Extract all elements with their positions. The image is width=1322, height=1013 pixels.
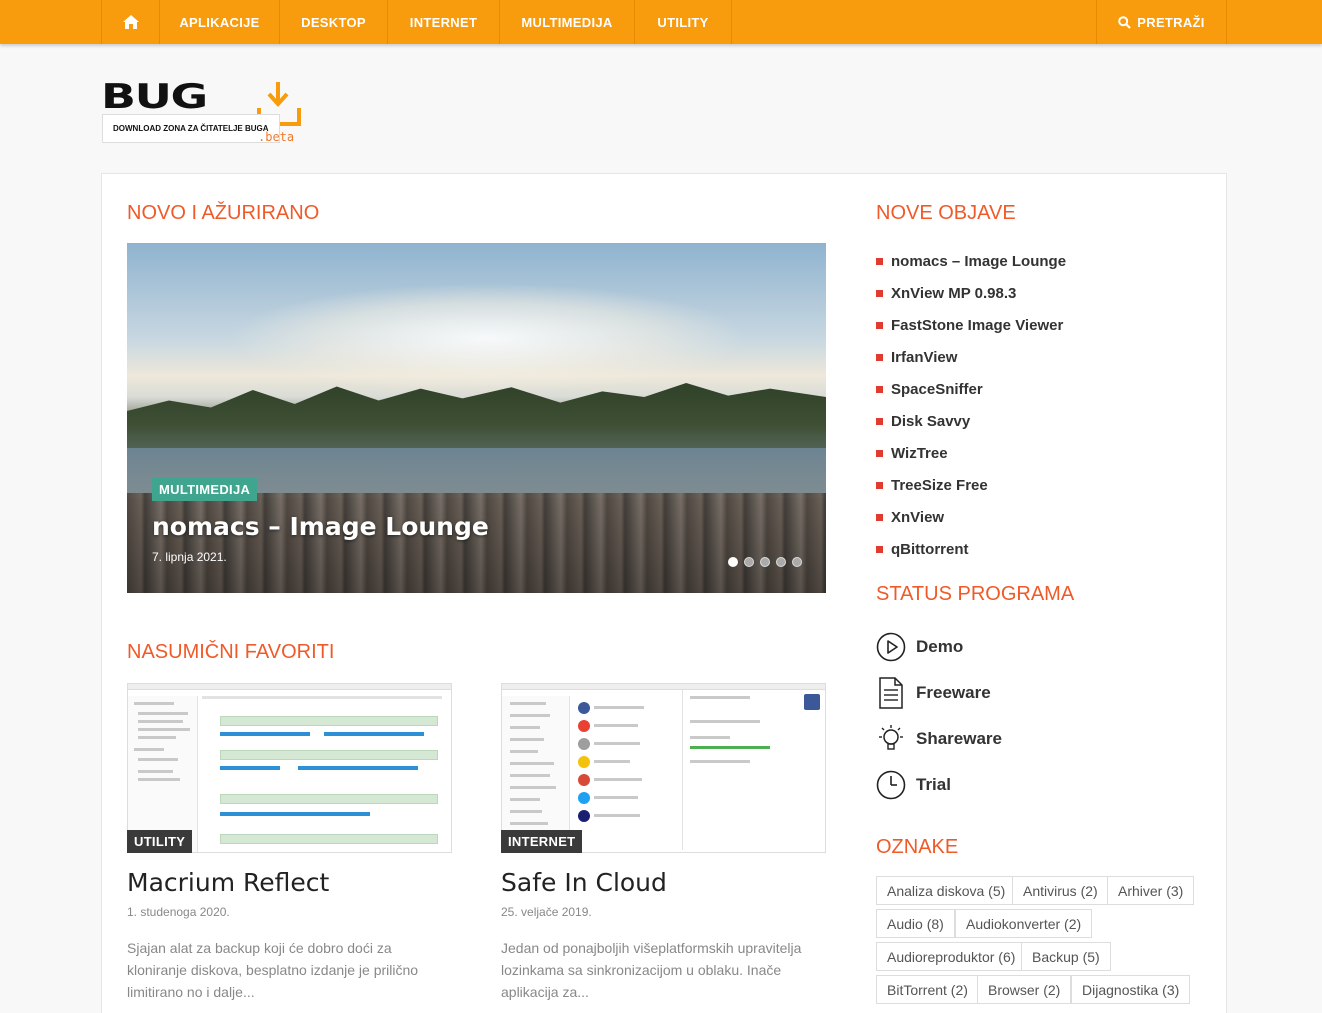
bullet-icon (876, 385, 883, 393)
recent-post-link[interactable]: WizTree (876, 437, 1066, 469)
document-icon (879, 677, 903, 709)
section-title-status: STATUS PROGRAMA (876, 583, 1075, 605)
recent-post-link[interactable]: XnView MP 0.98.3 (876, 277, 1066, 309)
slider-dot[interactable] (776, 557, 786, 567)
status-label: Demo (916, 637, 964, 656)
section-title-tags: OZNAKE (876, 836, 959, 858)
tag-link[interactable]: Arhiver (3) (1107, 876, 1195, 905)
favorite-date: 25. veljače 2019. (501, 905, 592, 919)
slide-title[interactable]: nomacs – Image Lounge (152, 512, 489, 541)
recent-post-link[interactable]: SpaceSniffer (876, 373, 1066, 405)
bullet-icon (876, 321, 883, 329)
mock-menubar (128, 684, 451, 690)
status-demo[interactable]: Demo (876, 631, 1076, 663)
bullet-icon (876, 481, 883, 489)
status-label: Shareware (916, 729, 1002, 748)
slider-dot[interactable] (760, 557, 770, 567)
recent-post-link[interactable]: qBittorrent (876, 533, 1066, 565)
recent-post-link[interactable]: XnView (876, 501, 1066, 533)
favorite-category-badge[interactable]: INTERNET (501, 830, 583, 853)
site-logo[interactable]: BUG DOWNLOAD ZONA ZA ČITATELJE BUGA .bet… (101, 78, 306, 150)
top-navigation: APLIKACIJE DESKTOP INTERNET MULTIMEDIJA … (0, 0, 1322, 44)
recent-posts-list: nomacs – Image Lounge XnView MP 0.98.3 F… (876, 245, 1066, 565)
slider-dot[interactable] (792, 557, 802, 567)
play-circle-icon (876, 632, 906, 662)
favorite-thumbnail-macrium[interactable] (127, 683, 452, 853)
slider-dot[interactable] (744, 557, 754, 567)
mock-menubar (502, 684, 825, 690)
recent-post-label: qBittorrent (891, 540, 969, 558)
status-freeware[interactable]: Freeware (876, 677, 1076, 709)
status-label: Freeware (916, 683, 991, 702)
bullet-icon (876, 289, 883, 297)
bullet-icon (876, 545, 883, 553)
recent-post-label: nomacs – Image Lounge (891, 252, 1067, 270)
recent-post-link[interactable]: FastStone Image Viewer (876, 309, 1066, 341)
tag-link[interactable]: Antivirus (2) (1012, 876, 1109, 905)
home-icon (122, 15, 139, 29)
recent-post-label: IrfanView (891, 348, 958, 366)
favorite-category-badge[interactable]: UTILITY (127, 830, 193, 853)
status-shareware[interactable]: Shareware (876, 723, 1076, 755)
tag-link[interactable]: Analiza diskova (5) (876, 876, 1017, 905)
status-trial[interactable]: Trial (876, 769, 1076, 801)
search-icon (1118, 15, 1132, 29)
nav-item-desktop[interactable]: DESKTOP (279, 0, 387, 44)
recent-post-label: XnView (891, 508, 945, 526)
lightbulb-icon (879, 725, 903, 750)
recent-post-label: TreeSize Free (891, 476, 988, 494)
bullet-icon (876, 417, 883, 425)
favorite-description: Jedan od ponajboljih višeplatformskih up… (501, 940, 802, 1000)
logo-beta: .beta (258, 130, 295, 144)
recent-post-label: SpaceSniffer (891, 380, 983, 398)
recent-post-label: WizTree (891, 444, 948, 462)
favorite-date: 1. studenoga 2020. (127, 905, 230, 919)
logo-wordmark: BUG (101, 77, 208, 117)
nav-home[interactable] (101, 0, 159, 44)
status-label: Trial (916, 775, 951, 794)
favorite-description: Sjajan alat za backup koji će dobro doći… (127, 940, 419, 1000)
recent-post-label: Disk Savvy (891, 412, 971, 430)
favorite-thumbnail-safeincloud[interactable] (501, 683, 826, 853)
bullet-icon (876, 353, 883, 361)
favorite-title[interactable]: Safe In Cloud (501, 868, 667, 897)
clock-icon (876, 770, 906, 800)
bullet-icon (876, 449, 883, 457)
section-title-posts: NOVE OBJAVE (876, 202, 1016, 224)
recent-post-label: FastStone Image Viewer (891, 316, 1064, 334)
tag-link[interactable]: Dijagnostika (3) (1071, 975, 1191, 1004)
section-title-favorites: NASUMIČNI FAVORITI (127, 641, 335, 663)
recent-post-link[interactable]: IrfanView (876, 341, 1066, 373)
mock-sidebar (502, 696, 570, 852)
nav-item-aplikacije[interactable]: APLIKACIJE (159, 0, 279, 44)
recent-post-link[interactable]: Disk Savvy (876, 405, 1066, 437)
slider-dots (728, 557, 802, 567)
recent-post-link[interactable]: TreeSize Free (876, 469, 1066, 501)
section-title-new: NOVO I AŽURIRANO (127, 202, 320, 224)
slide-date: 7. lipnja 2021. (152, 550, 227, 564)
recent-post-label: XnView MP 0.98.3 (891, 284, 1017, 302)
slide-category-badge[interactable]: MULTIMEDIJA (152, 478, 258, 501)
tag-link[interactable]: BitTorrent (2) (876, 975, 979, 1004)
bullet-icon (876, 257, 883, 265)
mock-sidebar (128, 696, 198, 852)
favorite-title[interactable]: Macrium Reflect (127, 868, 329, 897)
nav-item-multimedija[interactable]: MULTIMEDIJA (499, 0, 634, 44)
nav-item-internet[interactable]: INTERNET (387, 0, 499, 44)
search-button[interactable]: PRETRAŽI (1096, 0, 1227, 44)
nav-item-utility[interactable]: UTILITY (634, 0, 732, 44)
slider-dot[interactable] (728, 557, 738, 567)
recent-post-link[interactable]: nomacs – Image Lounge (876, 245, 1066, 277)
logo-tagline: DOWNLOAD ZONA ZA ČITATELJE BUGA (102, 114, 280, 143)
tag-link[interactable]: Audio (8) (876, 909, 955, 938)
tag-link[interactable]: Browser (2) (977, 975, 1072, 1004)
bullet-icon (876, 513, 883, 521)
search-label: PRETRAŽI (1137, 14, 1205, 30)
tag-link[interactable]: Backup (5) (1021, 942, 1111, 971)
tag-link[interactable]: Audiokonverter (2) (955, 909, 1093, 938)
tag-link[interactable]: Audioreproduktor (6) (876, 942, 1027, 971)
